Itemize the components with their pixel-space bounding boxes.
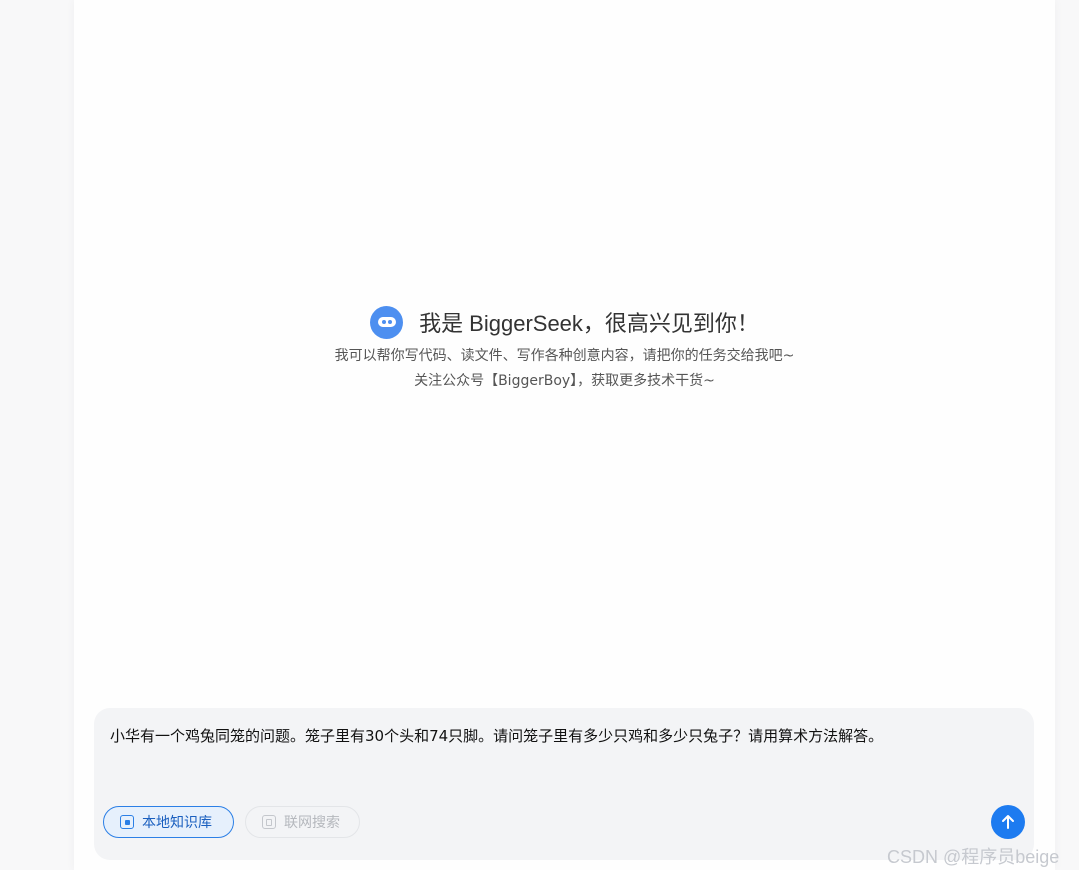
chat-panel: 我是 BiggerSeek，很高兴见到你！ 我可以帮你写代码、读文件、写作各种创… [74,0,1055,870]
chat-input-box[interactable]: 小华有一个鸡兔同笼的问题。笼子里有30个头和74只脚。请问笼子里有多少只鸡和多少… [94,708,1034,860]
watermark: CSDN @程序员beige [887,847,1060,867]
web-search-icon [262,815,276,829]
welcome-title: 我是 BiggerSeek，很高兴见到你！ [419,311,759,336]
welcome-section: 我是 BiggerSeek，很高兴见到你！ 我可以帮你写代码、读文件、写作各种创… [74,304,1055,391]
bot-logo-icon [370,305,404,339]
arrow-up-icon [1002,815,1014,829]
send-button[interactable] [991,805,1025,839]
knowledge-base-label: 本地知识库 [142,815,212,831]
web-search-label: 联网搜索 [284,815,340,831]
knowledge-base-icon [120,815,134,829]
local-knowledge-base-button[interactable]: 本地知识库 [103,806,234,838]
welcome-title-row: 我是 BiggerSeek，很高兴见到你！ [74,304,1055,340]
web-search-button[interactable]: 联网搜索 [245,806,360,838]
welcome-description: 我可以帮你写代码、读文件、写作各种创意内容，请把你的任务交给我吧~ [334,348,795,364]
welcome-follow-note: 关注公众号【BiggerBoy】，获取更多技术干货~ [414,373,715,389]
chat-input-field[interactable]: 小华有一个鸡兔同笼的问题。笼子里有30个头和74只脚。请问笼子里有多少只鸡和多少… [110,726,1018,746]
